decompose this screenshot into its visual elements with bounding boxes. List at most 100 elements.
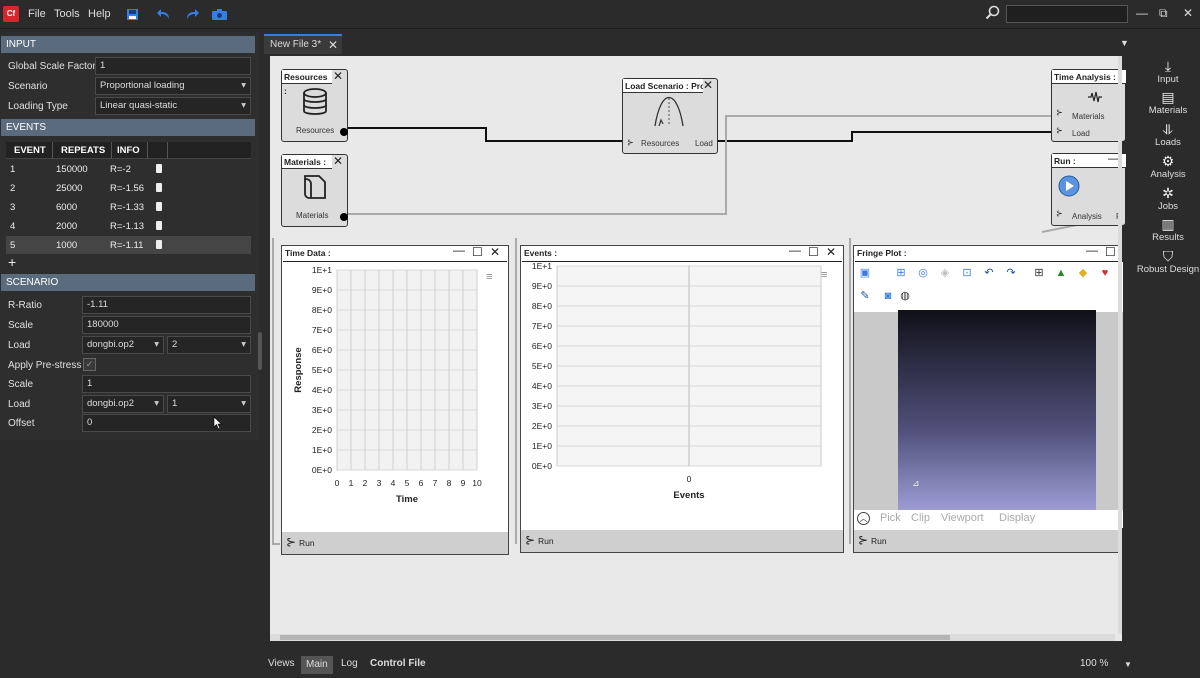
- rotate-icon[interactable]: ◎: [916, 266, 930, 280]
- scenario-select[interactable]: Proportional loading: [95, 77, 251, 95]
- deform-icon[interactable]: ▲: [1054, 266, 1068, 280]
- apply-prestress-checkbox[interactable]: ✓: [83, 358, 96, 371]
- display-tool[interactable]: Display: [999, 512, 1035, 524]
- trash-icon[interactable]: [156, 221, 162, 230]
- add-event-button[interactable]: +: [8, 254, 16, 270]
- time-analysis-node[interactable]: Time Analysis : ⊱ Materials ⊱ Load: [1051, 69, 1126, 142]
- input-port[interactable]: ⊱: [1056, 209, 1063, 218]
- zoom-box-icon[interactable]: ⊡: [960, 266, 974, 280]
- undo-view-icon[interactable]: ↶: [982, 266, 996, 280]
- tab-log[interactable]: Log: [341, 658, 358, 669]
- sidebar-item-loads[interactable]: ⥥ Loads: [1136, 121, 1200, 148]
- materials-node[interactable]: Materials : ✕ Materials: [281, 154, 348, 227]
- fringe-plot-panel[interactable]: Fringe Plot : — ☐ ▣ ⊞ ◎ ◈ ⊡ ↶ ↷ ⊞ ▲ ◆ ♥ …: [853, 244, 1123, 553]
- menu-file[interactable]: File: [28, 8, 46, 20]
- grid-icon[interactable]: ⊞: [1032, 266, 1046, 280]
- maximize-icon[interactable]: ☐: [808, 246, 819, 259]
- restore-button[interactable]: ⧉: [1159, 6, 1168, 21]
- maximize-icon[interactable]: ☐: [1105, 246, 1116, 259]
- column-event[interactable]: EVENT: [14, 145, 46, 156]
- trash-icon[interactable]: [156, 240, 162, 249]
- resources-node[interactable]: Resources : ✕ Resources: [281, 69, 348, 142]
- close-button[interactable]: ✕: [1183, 6, 1193, 20]
- time-data-panel[interactable]: Time Data : — ☐ ✕ ≡ 1E+1 9E+0 8E+0 7E+0 6E+0…: [281, 244, 509, 555]
- fit-view-icon[interactable]: ⊞: [894, 266, 908, 280]
- maximize-icon[interactable]: ☐: [472, 246, 483, 259]
- r-ratio-field[interactable]: -1.11: [82, 296, 251, 314]
- scale-field[interactable]: 180000: [82, 316, 251, 334]
- load-index-select[interactable]: 2: [167, 336, 251, 354]
- sidebar-item-input[interactable]: ⤓ Input: [1136, 58, 1200, 85]
- prestress-scale-field[interactable]: 1: [82, 375, 251, 393]
- run-node[interactable]: Run : — ⊱ Analysis R: [1051, 152, 1126, 226]
- sidebar-item-results[interactable]: ▥ Results: [1136, 216, 1200, 243]
- tab-new-file-3[interactable]: New File 3* ✕: [264, 34, 342, 54]
- probe-icon[interactable]: ◈: [938, 266, 952, 280]
- sidebar-item-materials[interactable]: ▤ Materials: [1136, 89, 1200, 116]
- column-repeats[interactable]: REPEATS: [61, 145, 105, 156]
- screenshot-icon[interactable]: ◙: [881, 289, 895, 303]
- minimize-icon[interactable]: —: [789, 244, 801, 257]
- left-panel-splitter[interactable]: [258, 332, 262, 370]
- minimize-icon[interactable]: —: [453, 244, 465, 257]
- run-bar[interactable]: Run: [282, 531, 508, 554]
- clip-tool[interactable]: Clip: [911, 512, 930, 524]
- color-fringe-icon[interactable]: ◆: [1076, 266, 1090, 280]
- tab-main[interactable]: Main: [301, 656, 333, 674]
- input-port[interactable]: ⊱: [1056, 108, 1063, 117]
- load-scenario-in-port[interactable]: ⊱: [627, 138, 634, 147]
- search-input[interactable]: [1006, 5, 1128, 23]
- save-icon[interactable]: [126, 8, 139, 23]
- close-icon[interactable]: ✕: [333, 70, 343, 82]
- camera-icon[interactable]: [212, 8, 227, 23]
- redo-icon[interactable]: [185, 8, 199, 23]
- sidebar-item-robust-design[interactable]: ⛉ Robust Design: [1136, 248, 1200, 275]
- sidebar-item-jobs[interactable]: ✲ Jobs: [1136, 185, 1200, 212]
- zoom-dropdown-icon[interactable]: ▼: [1124, 660, 1132, 669]
- run-bar[interactable]: Run: [854, 529, 1122, 552]
- canvas-vertical-scrollbar[interactable]: [1118, 56, 1122, 634]
- table-row[interactable]: 4 2000 R=-1.13: [6, 217, 251, 235]
- close-icon[interactable]: ✕: [490, 246, 500, 259]
- close-icon[interactable]: ✕: [333, 155, 343, 167]
- contour-icon[interactable]: ♥: [1098, 266, 1112, 280]
- menu-tools[interactable]: Tools: [54, 8, 80, 20]
- input-port[interactable]: ⊱: [1056, 126, 1063, 135]
- menu-help[interactable]: Help: [88, 8, 111, 20]
- canvas-horizontal-scrollbar[interactable]: [270, 634, 1115, 641]
- close-icon[interactable]: ✕: [826, 246, 836, 259]
- tab-views[interactable]: Views: [268, 658, 295, 669]
- output-port[interactable]: [340, 128, 348, 136]
- column-info[interactable]: INFO: [117, 145, 140, 156]
- minimize-button[interactable]: —: [1136, 6, 1148, 20]
- offset-field[interactable]: 0: [82, 414, 251, 432]
- mouse-icon[interactable]: ◍: [898, 289, 912, 303]
- trash-icon[interactable]: [156, 202, 162, 211]
- undo-icon[interactable]: [157, 8, 171, 23]
- zoom-level[interactable]: 100 %: [1080, 658, 1108, 669]
- tab-menu-icon[interactable]: ▼: [1120, 38, 1129, 48]
- eyedropper-icon[interactable]: ✎: [858, 289, 872, 303]
- trash-icon[interactable]: [156, 164, 162, 173]
- table-row[interactable]: 2 25000 R=-1.56: [6, 179, 251, 197]
- tab-control-file[interactable]: Control File: [370, 658, 426, 669]
- search-icon[interactable]: [985, 5, 1001, 21]
- run-bar[interactable]: Run: [521, 529, 843, 552]
- redo-view-icon[interactable]: ↷: [1004, 266, 1018, 280]
- global-scale-factor-field[interactable]: 1: [95, 57, 251, 75]
- events-panel[interactable]: Events : — ☐ ✕ ≡ 1E+1 9E+0 8E+0 7E+0 6E+0 5E+…: [520, 244, 844, 553]
- load-scenario-node[interactable]: Load Scenario : Prop ✕ ⊱ Resources Load: [622, 78, 718, 154]
- table-row[interactable]: 1 150000 R=-2: [6, 160, 251, 178]
- collapse-icon[interactable]: ︿: [857, 512, 870, 525]
- pick-tool[interactable]: Pick: [880, 512, 901, 524]
- minimize-icon[interactable]: —: [1086, 244, 1098, 257]
- trash-icon[interactable]: [156, 183, 162, 192]
- cube-view-icon[interactable]: ▣: [858, 266, 872, 280]
- table-row[interactable]: 3 6000 R=-1.33: [6, 198, 251, 216]
- viewport-tool[interactable]: Viewport: [941, 512, 984, 524]
- close-icon[interactable]: ✕: [703, 79, 713, 91]
- output-port[interactable]: [340, 213, 348, 221]
- prestress-load-file-select[interactable]: dongbi.op2: [82, 395, 164, 413]
- close-icon[interactable]: ✕: [328, 36, 338, 54]
- play-icon[interactable]: [1058, 175, 1080, 197]
